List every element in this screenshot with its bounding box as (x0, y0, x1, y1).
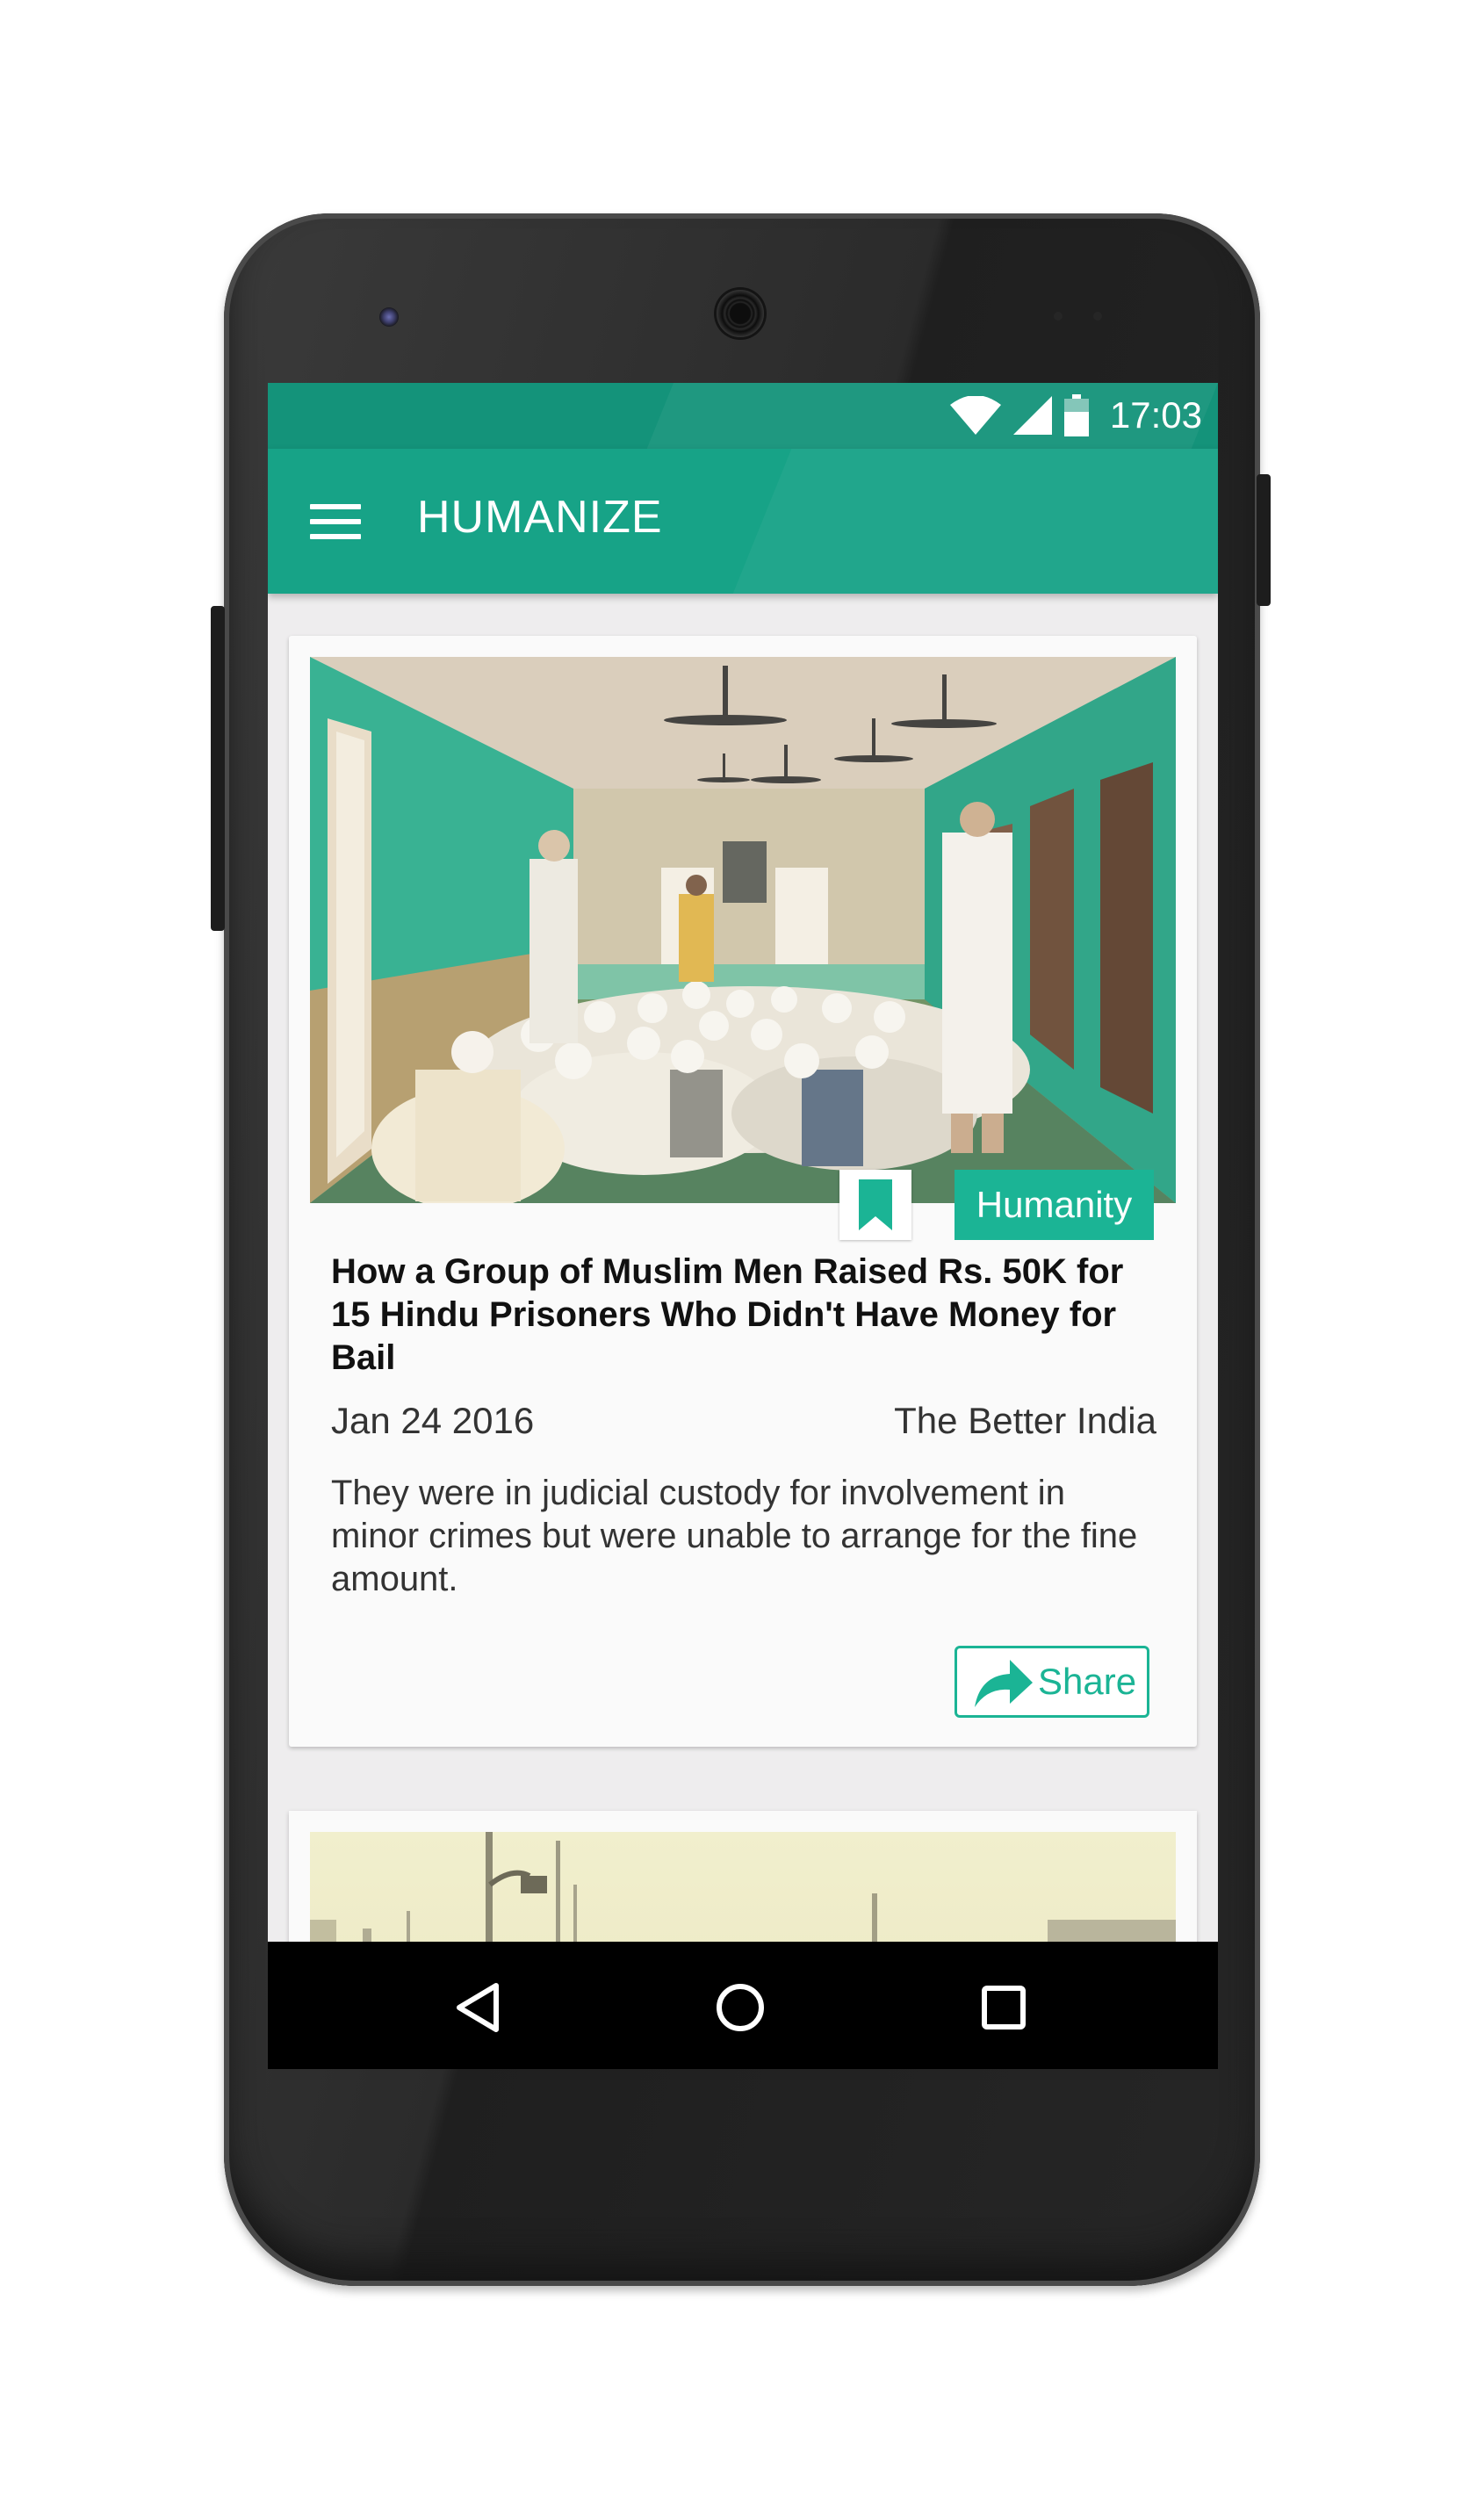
cell-signal-icon (1012, 396, 1052, 435)
article-date: Jan 24 2016 (331, 1400, 535, 1441)
app-screen: 17:03 HUMANIZE Humanity How a Group of M… (268, 383, 1218, 2069)
article-summary: They were in judicial custody for involv… (331, 1474, 1138, 1598)
share-label: Share (1038, 1661, 1137, 1702)
front-camera (379, 307, 399, 327)
category-tag[interactable]: Humanity (955, 1170, 1154, 1240)
share-icon (975, 1660, 1033, 1707)
article-meta: Jan 24 2016 The Better India (331, 1400, 1156, 1442)
status-time: 17:03 (1109, 394, 1202, 436)
back-icon[interactable] (437, 1968, 516, 2047)
share-button[interactable]: Share (955, 1646, 1149, 1718)
battery-icon (1063, 394, 1089, 436)
light-sensor (1093, 312, 1102, 321)
wifi-icon (949, 396, 1001, 435)
volume-button (211, 606, 225, 931)
status-bar: 17:03 (268, 383, 1218, 449)
mosque-gathering-photo (310, 657, 1176, 1203)
home-icon[interactable] (701, 1968, 780, 2047)
article-title[interactable]: How a Group of Muslim Men Raised Rs. 50K… (331, 1251, 1156, 1380)
bookmark-icon[interactable] (839, 1170, 911, 1240)
hamburger-menu-icon[interactable] (310, 494, 364, 549)
app-title: HUMANIZE (417, 492, 663, 543)
proximity-sensor (1054, 312, 1063, 321)
app-toolbar: HUMANIZE (268, 449, 1218, 594)
recents-icon[interactable] (964, 1968, 1043, 2047)
article-image[interactable] (310, 657, 1176, 1203)
earpiece-speaker (717, 290, 764, 337)
article-source: The Better India (894, 1400, 1156, 1441)
article-card[interactable]: Humanity How a Group of Muslim Men Raise… (289, 636, 1197, 1747)
system-nav-bar (268, 1942, 1218, 2069)
power-button (1257, 474, 1271, 606)
